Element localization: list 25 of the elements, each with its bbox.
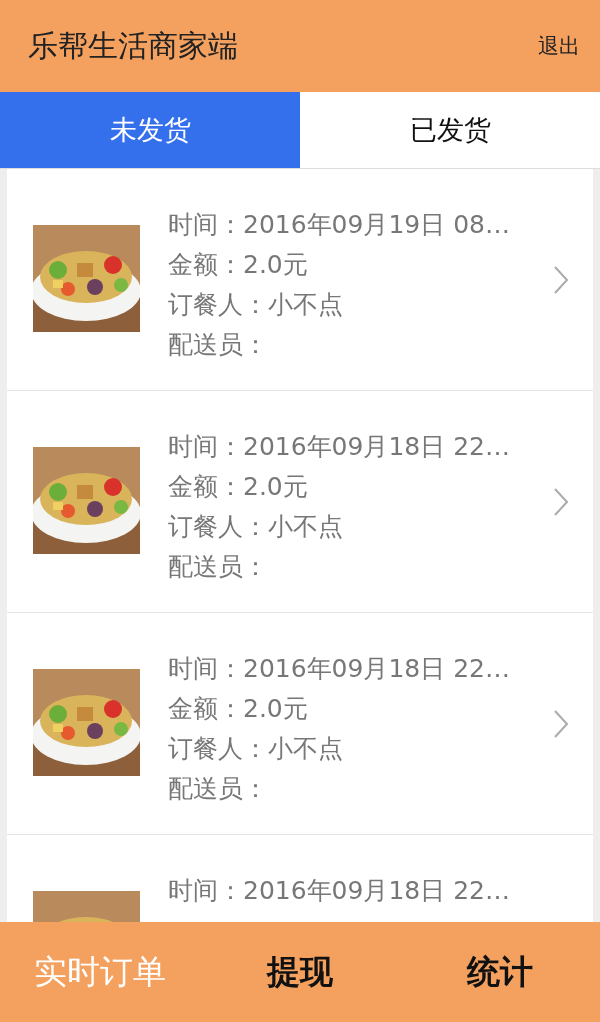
order-detail: 配送员：: [168, 329, 269, 361]
order-detail: 金额：2.0元: [168, 249, 309, 281]
order-detail: 订餐人：小不点: [168, 289, 344, 321]
chevron-right-icon: [553, 265, 569, 295]
order-detail: 时间：2016年09月18日 22…: [168, 431, 511, 463]
order-card[interactable]: 时间：2016年09月18日 22…: [7, 835, 593, 922]
order-detail: 金额：2.0元: [168, 693, 309, 725]
tab[interactable]: 未发货: [0, 92, 300, 168]
order-card[interactable]: 时间：2016年09月18日 22… 金额：2.0元 订餐人：小不点 配送员：: [7, 613, 593, 835]
order-detail: 订餐人：小不点: [168, 511, 344, 543]
order-card[interactable]: 时间：2016年09月19日 08… 金额：2.0元 订餐人：小不点 配送员：: [7, 169, 593, 391]
nav-item[interactable]: 统计: [400, 922, 600, 1022]
order-card[interactable]: 时间：2016年09月18日 22… 金额：2.0元 订餐人：小不点 配送员：: [7, 391, 593, 613]
order-detail: 时间：2016年09月18日 22…: [168, 875, 511, 907]
app-title: 乐帮生活商家端: [28, 26, 238, 65]
order-detail: 金额：2.0元: [168, 471, 309, 503]
order-detail: 时间：2016年09月19日 08…: [168, 209, 511, 241]
order-detail: 时间：2016年09月18日 22…: [168, 653, 511, 685]
logout-button[interactable]: 退出: [538, 32, 580, 60]
order-detail: 配送员：: [168, 773, 269, 805]
nav-item[interactable]: 提现: [200, 922, 400, 1022]
order-detail: 配送员：: [168, 551, 269, 583]
chevron-right-icon: [553, 487, 569, 517]
chevron-right-icon: [553, 709, 569, 739]
order-detail: 订餐人：小不点: [168, 733, 344, 765]
